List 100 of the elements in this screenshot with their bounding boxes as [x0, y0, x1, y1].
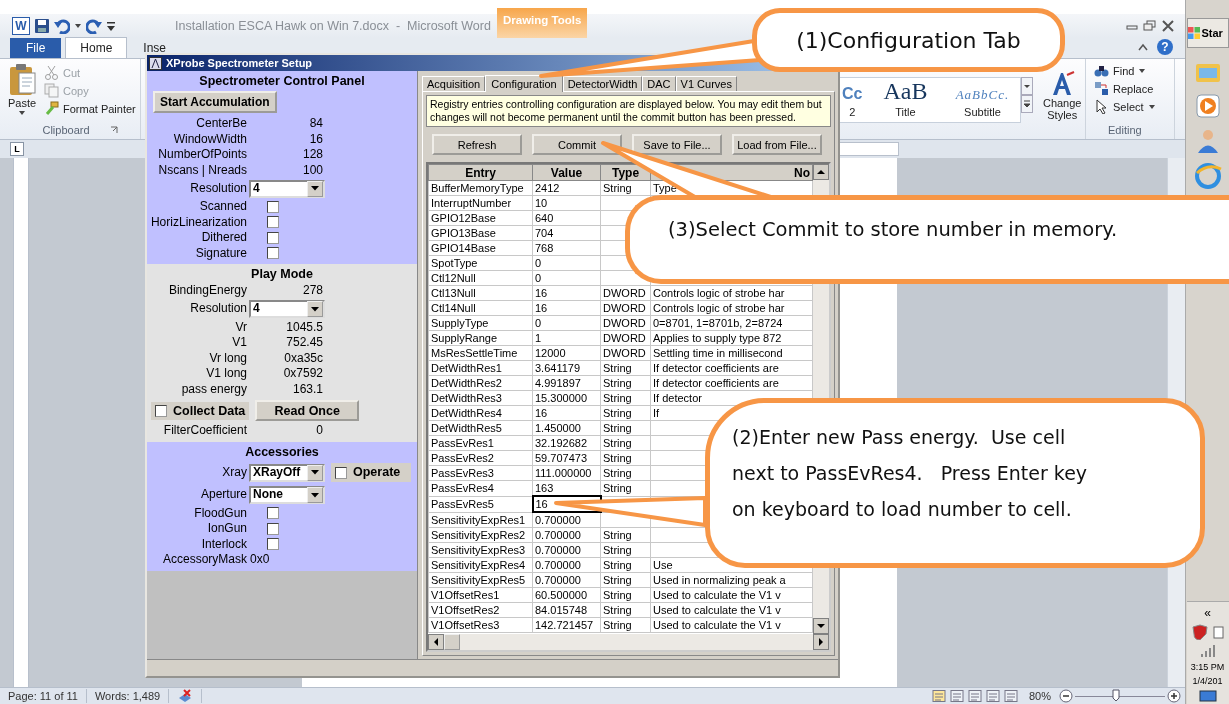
operate-checkbox[interactable]: Operate [331, 462, 411, 483]
clock-date[interactable]: 1/4/201 [1192, 676, 1223, 686]
scroll-down-button[interactable] [1021, 77, 1034, 95]
signal-icon[interactable] [1199, 644, 1216, 658]
proofing-icon[interactable] [177, 689, 194, 703]
scroll-down-button[interactable] [813, 618, 829, 634]
table-cell: 0.700000 [532, 512, 601, 528]
scroll-right-button[interactable] [813, 634, 829, 650]
dropdown[interactable]: 4 [249, 179, 325, 198]
close-icon[interactable] [1161, 20, 1175, 32]
checkbox[interactable] [267, 538, 279, 551]
table-cell: String [600, 557, 651, 573]
table-cell: Applies to supply type 872 [650, 330, 813, 346]
checkbox[interactable] [155, 404, 167, 417]
table-cell: Settling time in millisecond [650, 345, 813, 361]
field-label: Resolution [189, 180, 247, 197]
table-cell: String [600, 360, 651, 376]
checkbox[interactable] [267, 200, 279, 213]
button[interactable]: Refresh [432, 134, 522, 155]
collect-data-checkbox[interactable]: Collect Data [151, 401, 250, 420]
binoculars-icon [1094, 63, 1109, 78]
scroll-left-button[interactable] [428, 634, 444, 650]
window-title: Installation ESCA Hawk on Win 7.docx - Microsoft Word [175, 19, 492, 33]
shield-icon[interactable] [1191, 624, 1208, 640]
checkbox[interactable] [267, 522, 279, 535]
table-cell: 0=8701, 1=8701b, 2=8724 [650, 315, 813, 331]
field-label: NumberOfPoints [157, 147, 247, 163]
paste-button[interactable]: Paste [4, 63, 40, 124]
table-cell: DetWidthRes1 [428, 360, 533, 376]
button[interactable]: Load from File... [732, 134, 822, 155]
web-layout-icon[interactable] [966, 689, 983, 703]
table-cell: 0 [532, 270, 601, 286]
style-option[interactable]: AaB Title [872, 78, 939, 122]
ribbon-button[interactable]: Replace [1094, 81, 1174, 96]
tab[interactable]: Configuration [485, 75, 563, 92]
ribbon-button[interactable]: Find [1094, 63, 1174, 78]
word-logo-icon[interactable]: W [12, 17, 30, 35]
style-option[interactable]: AaBbCc. Subtitle [944, 78, 1021, 122]
dropdown[interactable]: 4 [249, 300, 325, 318]
draft-icon[interactable] [1002, 689, 1019, 703]
ribbon-tab[interactable]: Home [65, 37, 128, 58]
table-cell: 0.700000 [532, 542, 601, 558]
reading-layout-icon[interactable] [948, 689, 965, 703]
checkbox[interactable] [267, 231, 279, 244]
style-option[interactable]: Cc 2 [838, 78, 867, 122]
table-cell: PassEvRes3 [428, 465, 533, 481]
tab-selector[interactable]: L [10, 142, 24, 156]
help-icon[interactable]: ? [1157, 39, 1173, 55]
zoom-out-icon[interactable] [1059, 689, 1073, 703]
field-label: V1 [231, 335, 247, 351]
table-cell: Controls logic of strobe har [650, 285, 813, 301]
scrollbar-thumb[interactable] [444, 634, 460, 650]
more-styles-button[interactable] [1021, 95, 1034, 113]
field-label: FloodGun [193, 505, 247, 521]
collapse-ribbon-icon[interactable] [1137, 42, 1149, 52]
outline-icon[interactable] [984, 689, 1001, 703]
tab[interactable]: V1 Curves [675, 76, 737, 91]
tab[interactable]: DAC [642, 76, 676, 91]
button[interactable]: Save to File... [632, 134, 722, 155]
checkbox[interactable] [267, 216, 279, 229]
word-count[interactable]: Words: 1,489 [86, 689, 170, 703]
table-cell: 142.721457 [532, 617, 601, 633]
redo-icon[interactable] [86, 18, 102, 34]
scroll-up-button[interactable] [813, 164, 829, 180]
button[interactable]: Commit [532, 134, 622, 155]
ribbon-tab[interactable]: File [10, 38, 62, 58]
checkbox[interactable] [267, 507, 279, 520]
read-once-button[interactable]: Read Once [255, 400, 360, 421]
start-accumulation-button[interactable]: Start Accumulation [153, 91, 277, 113]
table-cell: DetWidthRes3 [428, 390, 533, 406]
dropdown[interactable]: None [249, 486, 325, 504]
show-desktop-icon[interactable] [1198, 690, 1217, 702]
table-cell: String [600, 405, 651, 421]
field-value: 752.45 [285, 335, 323, 351]
customize-icon[interactable] [106, 20, 116, 32]
table-cell: String [600, 435, 651, 451]
restore-icon[interactable] [1143, 20, 1157, 32]
show-hidden-icons-button[interactable]: « [1204, 606, 1211, 620]
print-layout-icon[interactable] [930, 689, 947, 703]
start-button[interactable]: Star [1186, 18, 1229, 48]
change-styles-button[interactable]: Change Styles [1039, 71, 1085, 121]
undo-icon[interactable] [54, 18, 70, 34]
column-header[interactable]: Value [532, 164, 601, 181]
slider-thumb[interactable] [1111, 689, 1120, 702]
dialog-launcher-icon[interactable] [109, 126, 118, 134]
dropdown[interactable]: XRayOff [249, 463, 325, 482]
column-header[interactable]: Entry [428, 164, 533, 181]
checkbox[interactable] [267, 247, 279, 260]
table-cell: 32.192682 [532, 435, 601, 451]
clock-time[interactable]: 3:15 PM [1190, 662, 1225, 672]
save-icon[interactable] [34, 18, 50, 34]
ribbon-button[interactable]: Format Painter [44, 101, 136, 116]
page-count[interactable]: Page: 11 of 11 [0, 689, 87, 703]
field-label: FilterCoefficient [162, 423, 247, 439]
caret-icon [1147, 102, 1156, 111]
zoom-level[interactable]: 80% [1028, 690, 1051, 702]
ribbon-button[interactable]: Select [1094, 99, 1174, 114]
zoom-in-icon[interactable] [1167, 689, 1181, 703]
table-cell: SupplyRange [428, 330, 533, 346]
checkbox[interactable] [335, 466, 347, 479]
